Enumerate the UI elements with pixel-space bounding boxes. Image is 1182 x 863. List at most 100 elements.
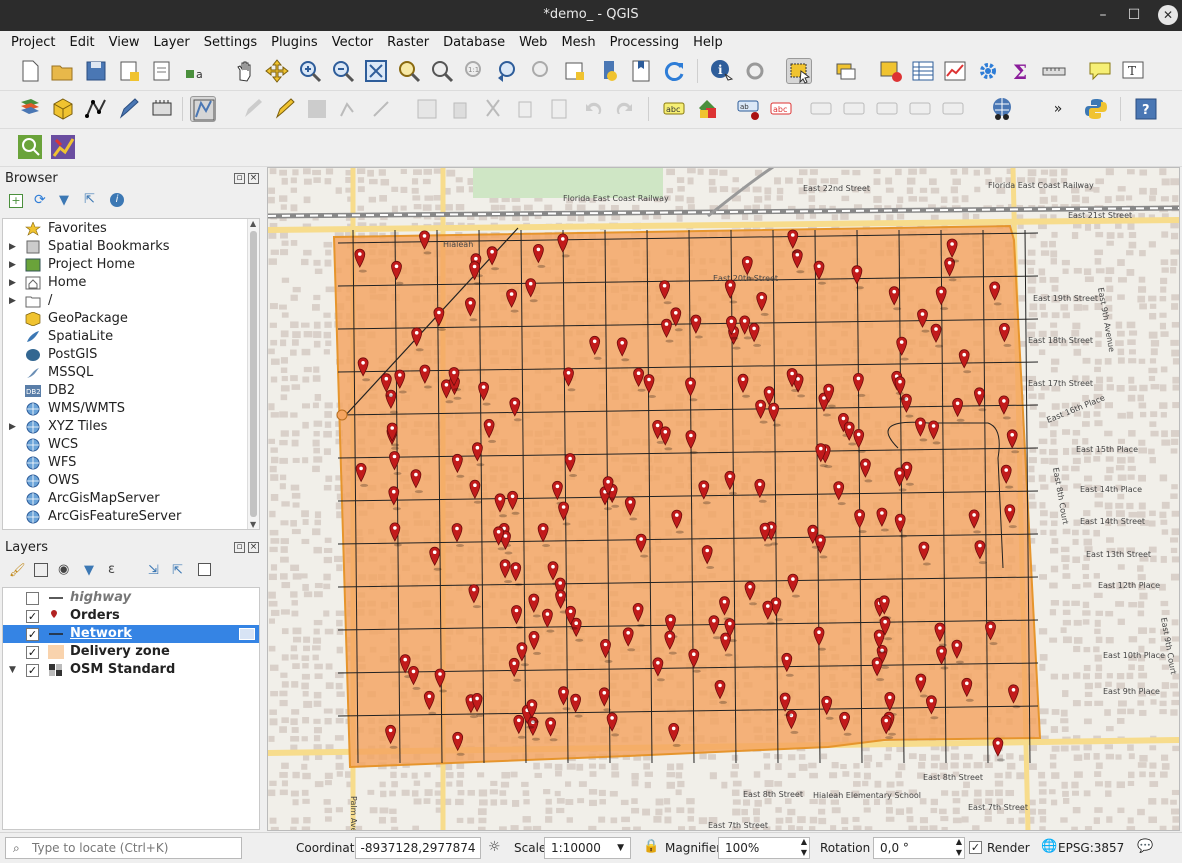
collapse-arrow-icon[interactable]: ▼ <box>9 661 16 679</box>
more-tools-icon[interactable]: » <box>1045 96 1071 122</box>
new-map-view-icon[interactable] <box>562 58 588 84</box>
toggle-editing-icon[interactable] <box>190 96 216 122</box>
add-selected-layers-icon[interactable]: + <box>9 194 23 208</box>
layer-visibility-checkbox[interactable]: ✓ <box>26 664 39 677</box>
menu-web[interactable]: Web <box>512 35 554 50</box>
add-group-icon[interactable] <box>34 563 48 577</box>
layout-manager-icon[interactable] <box>149 58 175 84</box>
crs-globe-icon[interactable]: 🌐 <box>1041 839 1057 854</box>
layer-item-osm-standard[interactable]: ▼ ✓ OSM Standard <box>3 661 259 679</box>
temporal-controller-icon[interactable] <box>596 58 622 84</box>
layer-visibility-checkbox[interactable] <box>26 592 39 605</box>
browser-item-spatialite[interactable]: SpatiaLite <box>3 328 259 346</box>
render-checkbox[interactable]: ✓ <box>969 841 982 854</box>
text-annotation-icon[interactable]: T <box>1120 58 1146 84</box>
close-icon[interactable]: ✕ <box>1158 5 1178 25</box>
browser-item-favorites[interactable]: Favorites <box>3 220 259 238</box>
move-label-icon[interactable] <box>841 96 867 122</box>
float-panel-icon[interactable]: ▫ <box>234 173 245 184</box>
diagram-icon[interactable] <box>694 96 720 122</box>
spinner-icon[interactable]: ▲ ▼ <box>801 836 807 858</box>
label-properties-icon[interactable] <box>940 96 966 122</box>
scale-combo[interactable]: 1:10000 ▼ <box>544 837 631 859</box>
browser-item-wcs[interactable]: WCS <box>3 436 259 454</box>
expand-all-icon[interactable]: ⇲ <box>148 563 159 578</box>
layer-visibility-checkbox[interactable]: ✓ <box>26 646 39 659</box>
rotate-label-icon[interactable] <box>874 96 900 122</box>
delete-selected-icon[interactable] <box>447 96 473 122</box>
pan-to-selection-icon[interactable] <box>264 58 290 84</box>
locator-search-input[interactable]: ⌕ Type to locate (Ctrl+K) <box>5 837 242 859</box>
float-layers-panel-icon[interactable]: ▫ <box>234 542 245 553</box>
zoom-out-icon[interactable] <box>330 58 356 84</box>
identify-icon[interactable]: i <box>709 58 735 84</box>
menu-project[interactable]: Project <box>4 35 62 50</box>
collapse-all-layers-icon[interactable]: ⇱ <box>172 563 183 578</box>
vertex-tool-icon[interactable] <box>370 96 396 122</box>
zoom-full-icon[interactable] <box>363 58 389 84</box>
filter-legend-icon[interactable]: ▼ <box>84 563 94 578</box>
minimize-icon[interactable]: – <box>1093 5 1113 25</box>
zoom-last-icon[interactable] <box>495 58 521 84</box>
browser-item-postgis[interactable]: PostGIS <box>3 346 259 364</box>
rotation-spinner-icon[interactable]: ▲ ▼ <box>956 836 962 858</box>
menu-view[interactable]: View <box>102 35 147 50</box>
crs-label[interactable]: EPSG:3857 <box>1058 841 1124 855</box>
highlight-pinned-labels-icon[interactable]: ab <box>735 96 761 122</box>
browser-item-spatial-bookmarks[interactable]: ▶ Spatial Bookmarks <box>3 238 259 256</box>
toggle-extents-icon[interactable]: ☼ <box>488 839 501 855</box>
label-toolbar-icon[interactable]: abc <box>661 96 687 122</box>
layer-item-delivery-zone[interactable]: ✓ Delivery zone <box>3 643 259 661</box>
expand-arrow-icon[interactable]: ▶ <box>9 238 16 256</box>
route-plugin-icon[interactable] <box>50 134 76 160</box>
pencil-disabled-icon[interactable] <box>240 96 266 122</box>
menu-help[interactable]: Help <box>686 35 730 50</box>
manage-visibility-icon[interactable]: ◉ <box>58 562 69 577</box>
menu-vector[interactable]: Vector <box>325 35 380 50</box>
field-calculator-icon[interactable]: Σ <box>1008 58 1034 84</box>
layer-item-orders[interactable]: ✓ Orders <box>3 607 259 625</box>
menu-database[interactable]: Database <box>436 35 512 50</box>
menu-plugins[interactable]: Plugins <box>264 35 325 50</box>
redo-icon[interactable] <box>612 96 638 122</box>
attribute-table-icon[interactable] <box>910 58 936 84</box>
browser-item-arcgisfeatureserver[interactable]: ArcGisFeatureServer <box>3 508 259 526</box>
toolbox-gear-icon[interactable] <box>975 58 1001 84</box>
messages-icon[interactable]: 💬 <box>1137 839 1153 854</box>
zoom-to-selection-icon[interactable] <box>396 58 422 84</box>
modify-attributes-icon[interactable] <box>414 96 440 122</box>
deselect-all-icon[interactable] <box>878 58 904 84</box>
layer-editing-indicator-icon[interactable] <box>239 628 255 640</box>
close-layers-panel-icon[interactable]: × <box>248 542 259 553</box>
undo-icon[interactable] <box>580 96 606 122</box>
layer-item-network[interactable]: ✓ Network <box>3 625 259 643</box>
refresh-icon[interactable] <box>661 58 687 84</box>
expand-arrow-icon[interactable]: ▶ <box>9 292 16 310</box>
expand-arrow-icon[interactable]: ▶ <box>9 418 16 436</box>
expand-arrow-icon[interactable]: ▶ <box>9 274 16 292</box>
browser-item-[interactable]: ▶ / <box>3 292 259 310</box>
data-source-manager-icon[interactable] <box>17 96 43 122</box>
save-edits-icon[interactable] <box>304 96 330 122</box>
remove-layer-icon[interactable] <box>198 563 211 576</box>
lock-scale-icon[interactable]: 🔒 <box>643 839 659 854</box>
bookmarks-icon[interactable] <box>628 58 654 84</box>
new-project-icon[interactable] <box>17 58 43 84</box>
magnifier-spinbox[interactable]: 100% ▲ ▼ <box>718 837 810 859</box>
browser-scrollbar[interactable]: ▲ ▼ <box>247 219 259 529</box>
browser-item-arcgismapserver[interactable]: ArcGisMapServer <box>3 490 259 508</box>
help-icon[interactable]: ? <box>1133 96 1159 122</box>
maximize-icon[interactable]: ☐ <box>1124 5 1144 25</box>
coordinate-field[interactable]: -8937128,2977874 <box>355 837 481 859</box>
add-feature-icon[interactable] <box>337 96 363 122</box>
python-console-icon[interactable] <box>1083 96 1109 122</box>
layer-visibility-checkbox[interactable]: ✓ <box>26 628 39 641</box>
zoom-native-icon[interactable]: 1:1 <box>462 58 488 84</box>
browser-item-geopackage[interactable]: GeoPackage <box>3 310 259 328</box>
copy-icon[interactable] <box>513 96 539 122</box>
menu-settings[interactable]: Settings <box>197 35 264 50</box>
select-features-icon[interactable] <box>786 58 812 84</box>
menu-edit[interactable]: Edit <box>62 35 101 50</box>
layer-item-highway[interactable]: highway <box>3 589 259 607</box>
plugin-globe-icon[interactable] <box>989 96 1015 122</box>
